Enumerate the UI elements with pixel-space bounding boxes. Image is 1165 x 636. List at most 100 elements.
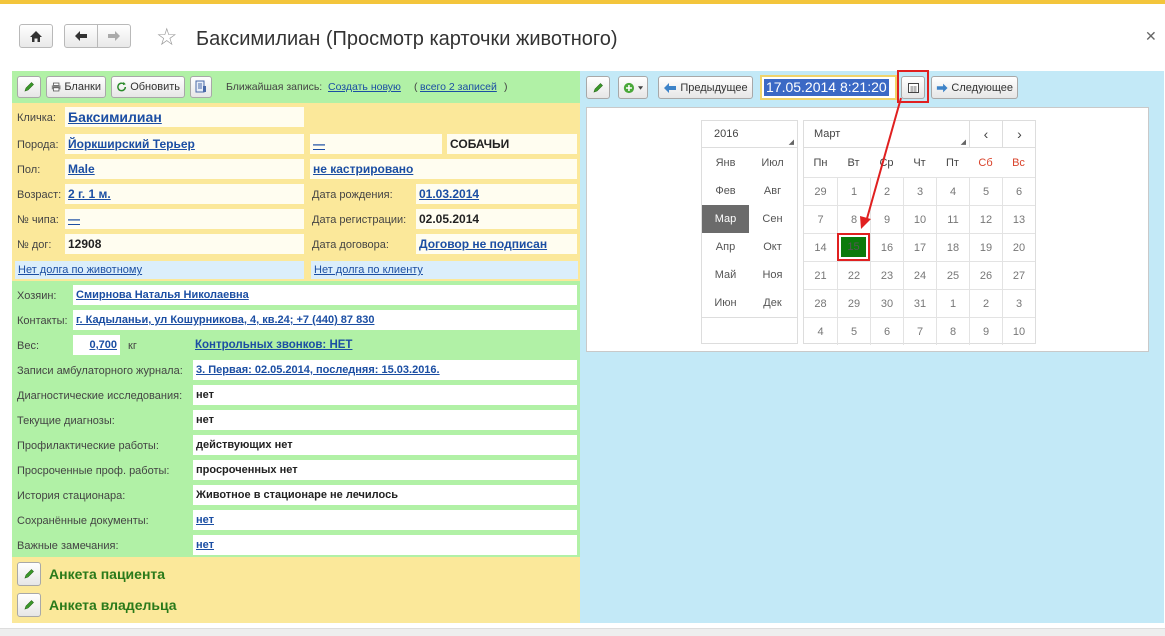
day-cell[interactable]: 1 (837, 177, 870, 205)
month-cell[interactable]: Июн (702, 289, 749, 317)
day-cell[interactable]: 30 (870, 289, 903, 317)
day-cell[interactable]: 6 (870, 317, 903, 345)
day-cell[interactable]: 25 (936, 261, 969, 289)
chip-value[interactable]: — (65, 209, 304, 229)
owner-survey-edit-button[interactable] (17, 592, 41, 617)
back-button[interactable] (64, 24, 98, 48)
day-cell[interactable]: 9 (870, 205, 903, 233)
day-cell-selected[interactable]: 15 (837, 233, 870, 261)
month-cell[interactable]: Май (702, 261, 749, 289)
forms-button[interactable]: Бланки (46, 76, 106, 98)
patient-survey-edit-button[interactable] (17, 561, 41, 586)
day-number: 19 (979, 241, 993, 254)
close-icon[interactable]: ✕ (1145, 28, 1157, 45)
day-cell[interactable]: 10 (903, 205, 936, 233)
month-selector[interactable]: Март ◢ (804, 121, 970, 148)
day-cell[interactable]: 29 (804, 177, 837, 205)
day-cell[interactable]: 16 (870, 233, 903, 261)
day-cell[interactable]: 31 (903, 289, 936, 317)
day-cell[interactable]: 29 (837, 289, 870, 317)
day-cell[interactable]: 22 (837, 261, 870, 289)
day-cell[interactable]: 26 (969, 261, 1002, 289)
record-label: Профилактические работы: (17, 440, 159, 452)
star-icon[interactable]: ☆ (156, 23, 178, 52)
day-cell[interactable]: 18 (936, 233, 969, 261)
neutered-value[interactable]: не кастрировано (310, 159, 577, 179)
day-cell[interactable]: 12 (969, 205, 1002, 233)
home-button[interactable] (19, 24, 53, 48)
contacts-value[interactable]: г. Кадыланьи, ул Кошурникова, 4, кв.24; … (73, 310, 577, 330)
previous-button[interactable]: Предыдущее (658, 76, 753, 99)
weight-value[interactable]: 0,700 (73, 335, 120, 355)
month-cell[interactable]: Ноя (749, 261, 796, 289)
day-cell[interactable]: 24 (903, 261, 936, 289)
day-number: 8 (949, 325, 957, 338)
day-cell[interactable]: 1 (936, 289, 969, 317)
date-time-field[interactable]: 17.05.2014 8:21:20 (760, 75, 897, 100)
day-cell[interactable]: 14 (804, 233, 837, 261)
day-cell[interactable]: 11 (936, 205, 969, 233)
create-new-link[interactable]: Создать новую (328, 81, 401, 93)
add-dropdown-button[interactable] (618, 76, 648, 99)
breed-value[interactable]: Йоркширский Терьер (65, 134, 304, 154)
prev-month-button[interactable]: ‹ (970, 121, 1003, 148)
day-cell[interactable]: 20 (1002, 233, 1035, 261)
resize-corner-icon: ◢ (960, 139, 966, 146)
day-cell[interactable]: 23 (870, 261, 903, 289)
month-cell[interactable]: Окт (749, 233, 796, 261)
calendar-button[interactable] (901, 76, 925, 99)
day-cell[interactable]: 6 (1002, 177, 1035, 205)
contract-date-value[interactable]: Договор не подписан (416, 234, 577, 254)
control-calls-link[interactable]: Контрольных звонков: НЕТ (195, 339, 352, 351)
day-cell[interactable]: 4 (804, 317, 837, 345)
day-cell[interactable]: 27 (1002, 261, 1035, 289)
month-cell[interactable]: Янв (702, 149, 749, 177)
month-cell[interactable]: Мар (702, 205, 749, 233)
debt-animal-link[interactable]: Нет долга по животному (18, 264, 142, 276)
birth-value[interactable]: 01.03.2014 (416, 184, 577, 204)
month-cell[interactable]: Июл (749, 149, 796, 177)
debt-client-link[interactable]: Нет долга по клиенту (314, 264, 423, 276)
options-button[interactable] (190, 76, 212, 98)
day-cell[interactable]: 19 (969, 233, 1002, 261)
day-cell[interactable]: 7 (903, 317, 936, 345)
day-cell[interactable]: 28 (804, 289, 837, 317)
day-cell[interactable]: 4 (936, 177, 969, 205)
month-cell[interactable]: Сен (749, 205, 796, 233)
next-month-button[interactable]: › (1003, 121, 1036, 148)
record-value[interactable]: нет (193, 510, 577, 530)
edit-button[interactable] (17, 76, 41, 98)
day-cell[interactable]: 3 (903, 177, 936, 205)
month-cell[interactable]: Дек (749, 289, 796, 317)
all-records-link[interactable]: всего 2 записей (420, 81, 497, 93)
record-value[interactable]: нет (193, 535, 577, 555)
sex-value[interactable]: Male (65, 159, 304, 179)
next-button[interactable]: Следующее (931, 76, 1018, 99)
day-cell[interactable]: 13 (1002, 205, 1035, 233)
year-selector[interactable]: 2016 ◢ (702, 121, 797, 148)
day-cell[interactable]: 5 (969, 177, 1002, 205)
day-cell[interactable]: 5 (837, 317, 870, 345)
forward-button[interactable] (97, 24, 131, 48)
breed-extra-value[interactable]: — (310, 134, 442, 154)
day-cell[interactable]: 10 (1002, 317, 1035, 345)
day-cell[interactable]: 8 (837, 205, 870, 233)
record-value[interactable]: 3. Первая: 02.05.2014, последняя: 15.03.… (193, 360, 577, 380)
month-cell[interactable]: Фев (702, 177, 749, 205)
day-cell[interactable]: 7 (804, 205, 837, 233)
day-cell[interactable]: 8 (936, 317, 969, 345)
journal-edit-button[interactable] (586, 76, 610, 99)
day-cell[interactable]: 21 (804, 261, 837, 289)
day-cell[interactable]: 2 (969, 289, 1002, 317)
owner-value[interactable]: Смирнова Наталья Николаевна (73, 285, 577, 305)
day-cell[interactable]: 3 (1002, 289, 1035, 317)
month-cell[interactable]: Апр (702, 233, 749, 261)
day-cell[interactable]: 17 (903, 233, 936, 261)
month-cell[interactable]: Авг (749, 177, 796, 205)
home-icon (30, 30, 42, 42)
day-cell[interactable]: 2 (870, 177, 903, 205)
day-cell[interactable]: 9 (969, 317, 1002, 345)
nickname-value[interactable]: Баксимилиан (65, 107, 304, 127)
age-value[interactable]: 2 г. 1 м. (65, 184, 304, 204)
refresh-button[interactable]: Обновить (111, 76, 185, 98)
